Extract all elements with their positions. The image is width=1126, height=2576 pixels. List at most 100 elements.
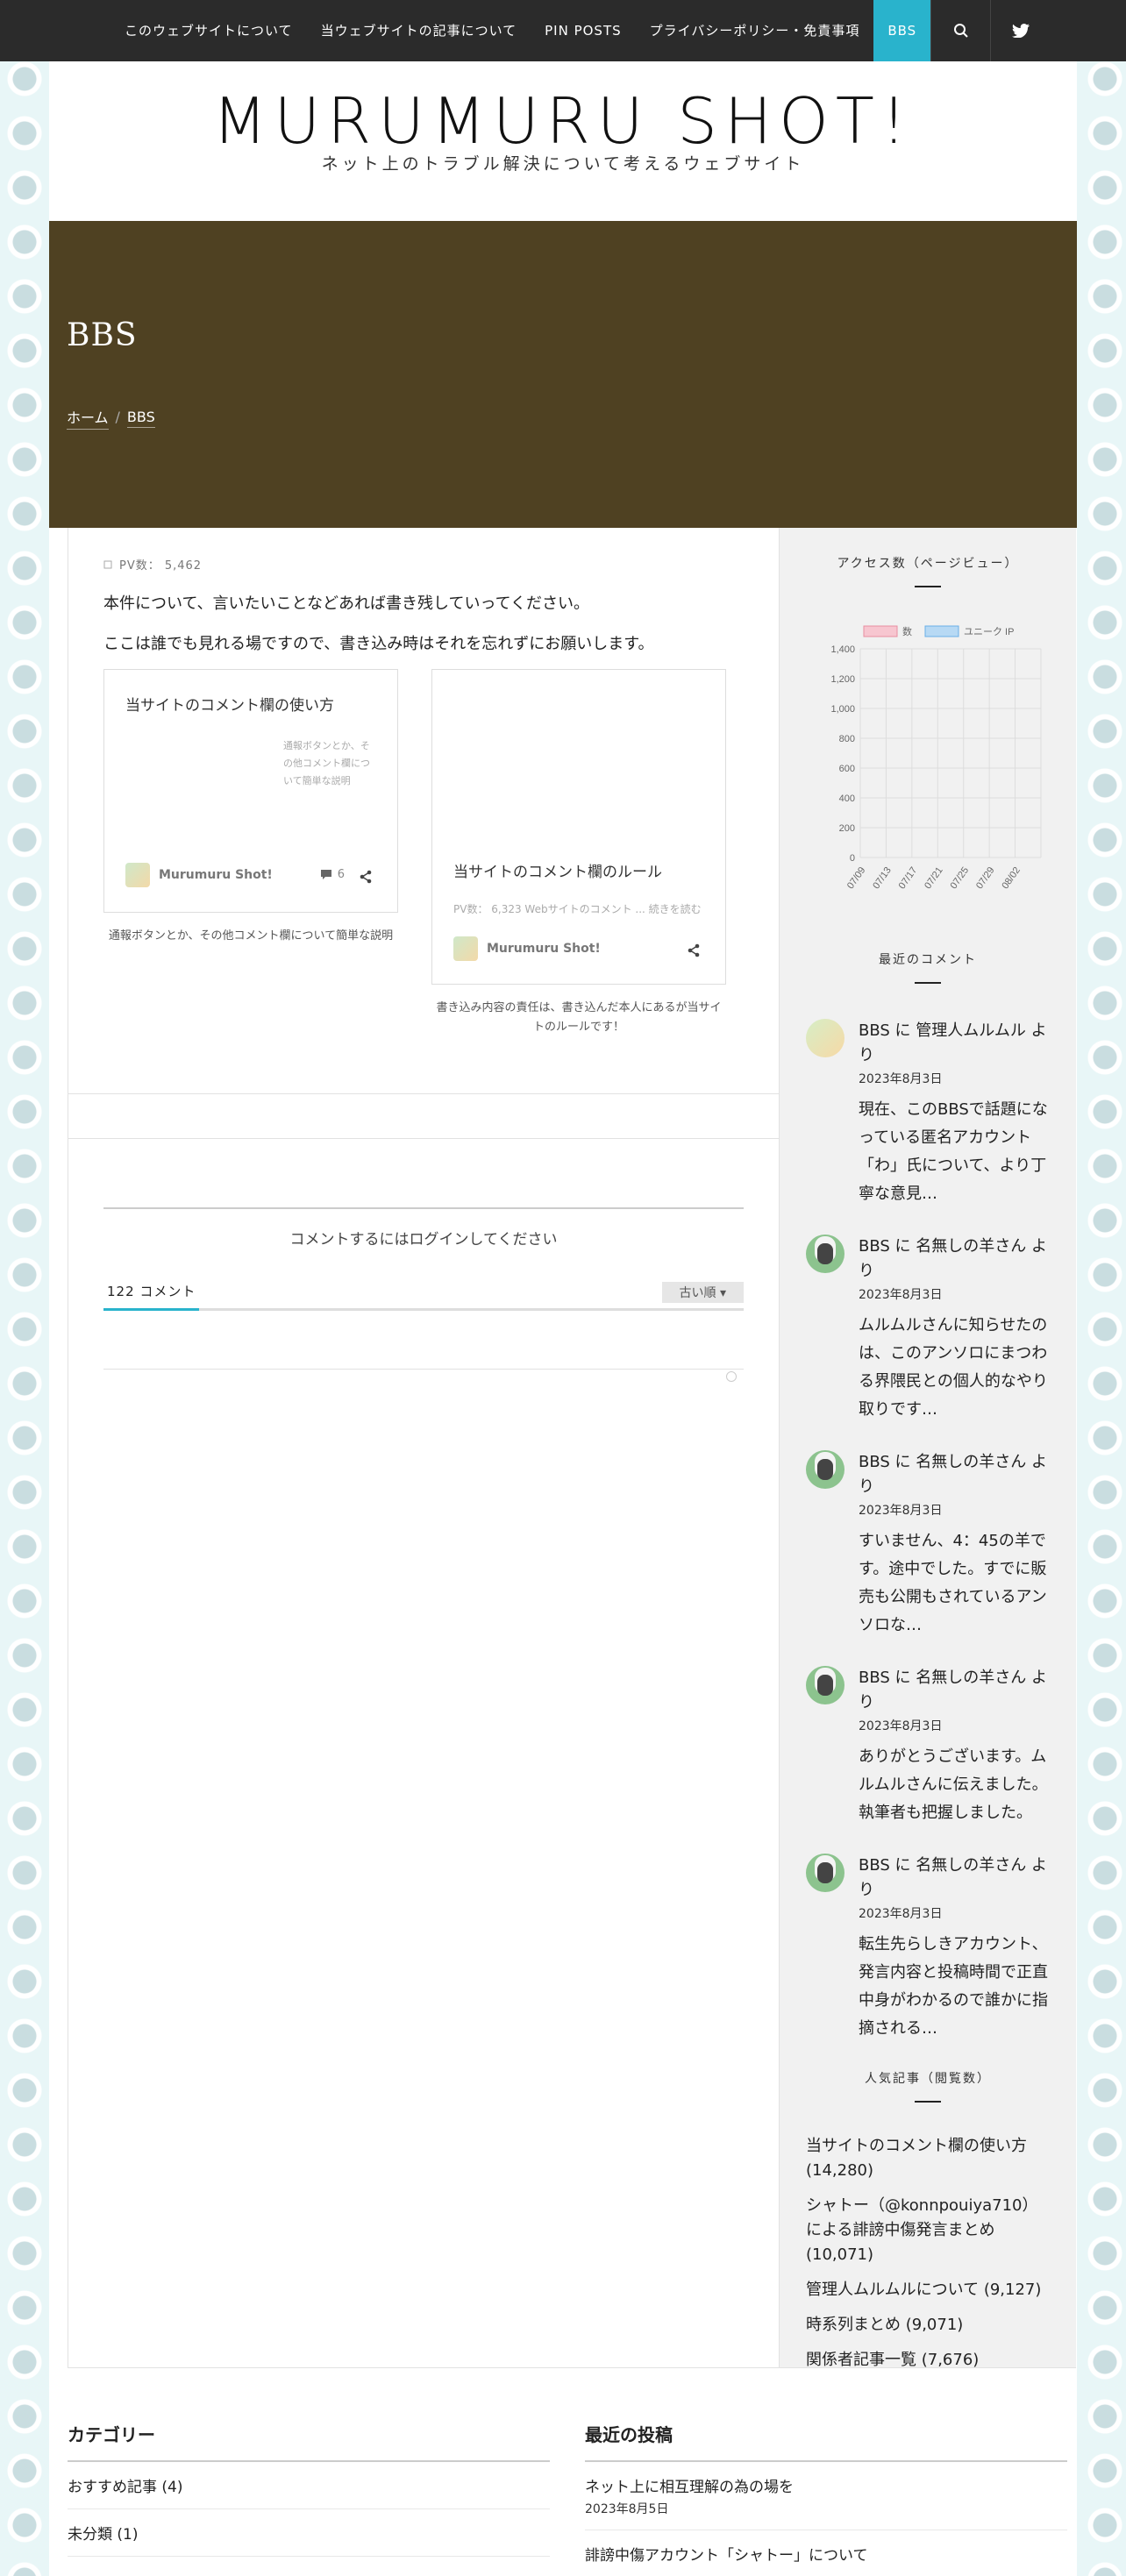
recent-comment-heading[interactable]: BBS に 名無しの羊さん より [859, 1235, 1050, 1284]
sort-dropdown[interactable]: 古い順 ▾ [661, 1282, 744, 1303]
category-link[interactable]: おすすめ記事 (4) [68, 2462, 550, 2509]
breadcrumb-home[interactable]: ホーム [67, 406, 109, 430]
recent-post-date: 2023年8月5日 [585, 2502, 669, 2516]
embed-card-usage[interactable]: 当サイトのコメント欄の使い方 通報ボタンとか、その他コメント欄について簡単な説明… [103, 669, 398, 913]
breadcrumb-separator: / [115, 409, 120, 425]
avatar [806, 1235, 844, 1273]
footer-categories-title: カテゴリー [68, 2421, 550, 2462]
avatar [806, 1019, 844, 1057]
info-icon[interactable] [726, 1371, 737, 1382]
recent-comment-heading[interactable]: BBS に 管理人ムルムル より [859, 1019, 1050, 1068]
category-link[interactable]: 未分類 (1) [68, 2509, 550, 2557]
x-tick-label: 08/02 [1000, 865, 1023, 891]
recent-comment[interactable]: BBS に 名無しの羊さん より 2023年8月3日 転生先らしきアカウント、発… [806, 1854, 1050, 2043]
card-author[interactable]: Murumuru Shot! [453, 936, 601, 961]
recent-comment-excerpt[interactable]: ありがとうございます。ムルムルさんに伝えました。執筆者も把握しました。 [859, 1743, 1050, 1827]
y-tick-label: 800 [839, 734, 855, 744]
eye-icon [103, 560, 112, 568]
footer-recent-title: 最近の投稿 [585, 2421, 1067, 2462]
footer-recent-posts: 最近の投稿 ネット上に相互理解の為の場を 2023年8月5日 誹謗中傷アカウント… [585, 2421, 1067, 2576]
comment-count-badge[interactable]: 6 [320, 868, 345, 881]
comment-count: 122 コメント [103, 1282, 200, 1311]
legend-label: ユニーク IP [964, 626, 1014, 637]
card-author-name: Murumuru Shot! [487, 942, 601, 956]
footer-widgets: カテゴリー おすすめ記事 (4) 未分類 (1) 最近の投稿 ネット上に相互理解… [68, 2367, 1076, 2576]
recent-comment-excerpt[interactable]: すいません、4：45の羊です。途中でした。すでに販売も公開もされているアンソロな… [859, 1527, 1050, 1640]
recent-comments-list: BBS に 管理人ムルムル より 2023年8月3日 現在、このBBSで話題にな… [806, 1019, 1050, 2043]
recent-comment[interactable]: BBS に 名無しの羊さん より 2023年8月3日 すいません、4：45の羊で… [806, 1450, 1050, 1640]
divider [68, 1138, 779, 1139]
nav-item-articles[interactable]: 当ウェブサイトの記事について [307, 0, 531, 61]
embed-card-rules[interactable]: 当サイトのコメント欄のルール PV数： 6,323 Webサイトのコメント ..… [431, 669, 726, 985]
comment-toolbar: 122 コメント 古い順 ▾ [103, 1282, 744, 1311]
popular-post-link[interactable]: 管理人ムルムルについて (9,127) [806, 2278, 1050, 2302]
y-tick-label: 1,000 [830, 704, 855, 715]
legend-label: 数 [902, 626, 912, 637]
recent-comment-heading[interactable]: BBS に 名無しの羊さん より [859, 1854, 1050, 1903]
nav-item-privacy[interactable]: プライバシーポリシー・免責事項 [636, 0, 874, 61]
recent-comment[interactable]: BBS に 名無しの羊さん より 2023年8月3日 ありがとうございます。ムル… [806, 1666, 1050, 1827]
card-caption: 書き込み内容の責任は、書き込んだ本人にあるが当サイトのルールです！ [436, 1001, 722, 1034]
recent-comment-date: 2023年8月3日 [859, 1719, 943, 1733]
legend-swatch [863, 625, 898, 637]
embed-cards: 当サイトのコメント欄の使い方 通報ボタンとか、その他コメント欄について簡単な説明… [103, 669, 779, 1037]
y-tick-label: 200 [839, 823, 855, 834]
popular-post-link[interactable]: 関係者記事一覧 (7,676) [806, 2348, 1050, 2373]
card-title[interactable]: 当サイトのコメント欄のルール [453, 859, 704, 881]
x-tick-label: 07/29 [974, 865, 997, 891]
recent-comment-heading[interactable]: BBS に 名無しの羊さん より [859, 1666, 1050, 1715]
popular-post-link[interactable]: 時系列まとめ (9,071) [806, 2313, 1050, 2338]
recent-comment-heading[interactable]: BBS に 名無しの羊さん より [859, 1450, 1050, 1499]
popular-post-link[interactable]: 当サイトのコメント欄の使い方 (14,280) [806, 2134, 1050, 2183]
card-caption: 通報ボタンとか、その他コメント欄について簡単な説明 [108, 929, 394, 943]
nav-item-bbs[interactable]: BBS [873, 0, 931, 61]
recent-post-title[interactable]: 誹謗中傷アカウント「シャトー」について [585, 2543, 1067, 2565]
recent-comment-date: 2023年8月3日 [859, 1504, 943, 1518]
site-title[interactable]: MURUMURU SHOT! [49, 86, 1077, 156]
recent-comment-excerpt[interactable]: 転生先らしきアカウント、発言内容と投稿時間で正直中身がわかるので誰かに指摘される… [859, 1931, 1050, 2043]
card-excerpt: 通報ボタンとか、その他コメント欄について簡単な説明 [283, 740, 370, 786]
card-author-name: Murumuru Shot! [159, 868, 273, 882]
recent-comment-excerpt[interactable]: ムルムルさんに知らせたのは、このアンソロにまつわる界隈民との個人的なやり取りです… [859, 1312, 1050, 1424]
avatar [125, 863, 150, 887]
nav-item-pin-posts[interactable]: PIN POSTS [531, 0, 636, 61]
breadcrumb-current: BBS [126, 409, 155, 428]
widget-title-recent: 最近のコメント [806, 950, 1050, 984]
comment-thread [103, 1369, 744, 1370]
recent-post-link[interactable]: 誹謗中傷アカウント「シャトー」について [585, 2530, 1067, 2576]
y-tick-label: 1,400 [830, 644, 855, 655]
search-icon[interactable] [930, 0, 990, 61]
avatar [806, 1854, 844, 1892]
recent-post-link[interactable]: ネット上に相互理解の為の場を 2023年8月5日 [585, 2462, 1067, 2530]
widget-title-access: アクセス数（ページビュー） [806, 554, 1050, 587]
twitter-icon[interactable] [990, 0, 1050, 61]
page-title: BBS [67, 317, 138, 353]
popular-posts-list: 当サイトのコメント欄の使い方 (14,280) シャトー（@konnpouiya… [806, 2134, 1050, 2373]
post-paragraph: 本件について、言いたいことなどあれば書き残していってください。 [103, 594, 590, 613]
site-description: ネット上のトラブル解決について考えるウェブサイト [321, 154, 805, 174]
share-icon[interactable] [687, 943, 701, 957]
share-icon[interactable] [359, 870, 373, 884]
recent-comment[interactable]: BBS に 名無しの羊さん より 2023年8月3日 ムルムルさんに知らせたのは… [806, 1235, 1050, 1424]
x-tick-label: 07/13 [871, 865, 894, 891]
y-tick-label: 1,200 [830, 674, 855, 685]
top-navigation: このウェブサイトについて 当ウェブサイトの記事について PIN POSTS プラ… [0, 0, 1126, 61]
popular-post-link[interactable]: シャトー（@konnpouiya710）による誹謗中傷発言まとめ (10,071… [806, 2194, 1050, 2267]
nav-item-about[interactable]: このウェブサイトについて [110, 0, 307, 61]
recent-comment-date: 2023年8月3日 [859, 1072, 943, 1086]
sort-label: 古い順 [679, 1286, 716, 1300]
widget-title-popular: 人気記事（閲覧数） [806, 2069, 1050, 2103]
recent-comment[interactable]: BBS に 管理人ムルムル より 2023年8月3日 現在、このBBSで話題にな… [806, 1019, 1050, 1208]
recent-comment-excerpt[interactable]: 現在、このBBSで話題になっている匿名アカウント「わ」氏について、より丁寧な意見… [859, 1096, 1050, 1208]
site-header: MURUMURU SHOT! ネット上のトラブル解決について考えるウェブサイト [49, 61, 1077, 221]
sidebar: アクセス数（ページビュー） 数 ユニーク IP 0 200 400 600 800 1,000… [780, 528, 1076, 2369]
card-title[interactable]: 当サイトのコメント欄の使い方 [125, 693, 376, 715]
recent-post-title[interactable]: ネット上に相互理解の為の場を [585, 2474, 1067, 2496]
login-prompt[interactable]: コメントするにはログインしてください [103, 1207, 744, 1249]
y-tick-label: 600 [839, 764, 855, 774]
x-tick-label: 07/09 [845, 865, 868, 891]
pv-text: PV数： 5,462 [119, 559, 203, 573]
breadcrumb: ホーム / BBS [67, 406, 1059, 430]
card-author[interactable]: Murumuru Shot! [125, 863, 273, 887]
post-paragraph: ここは誰でも見れる場ですので、書き込み時はそれを忘れずにお願いします。 [103, 635, 654, 653]
